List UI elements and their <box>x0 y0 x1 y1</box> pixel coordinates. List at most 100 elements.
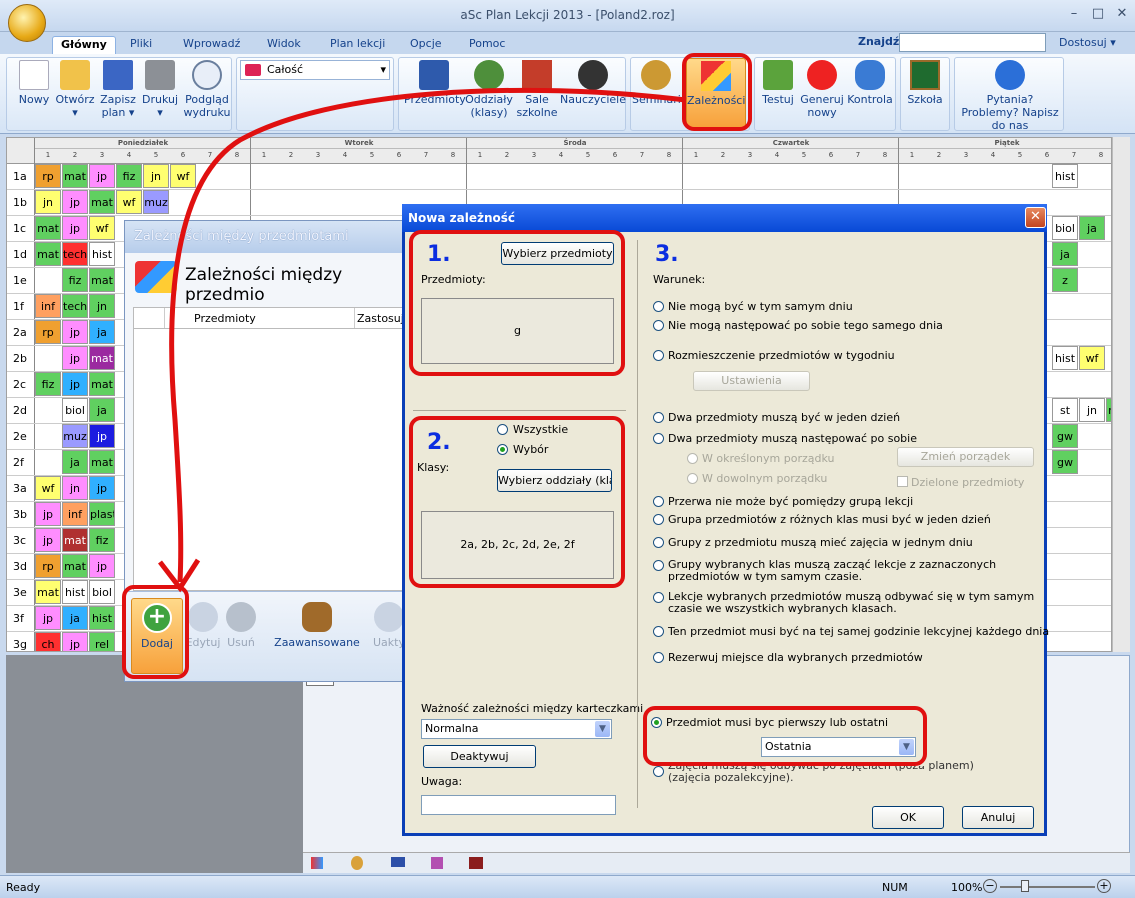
print-preview-button[interactable]: Podgląd wydruku <box>182 60 232 119</box>
cond-radio-0[interactable] <box>653 301 664 312</box>
dialog-close-button[interactable]: ✕ <box>1025 207 1046 228</box>
app-logo-icon[interactable] <box>8 4 46 42</box>
settings-button[interactable]: Ustawienia <box>693 371 810 391</box>
cond-radio-13[interactable] <box>653 766 664 777</box>
lesson-card[interactable]: jp <box>35 606 61 630</box>
lesson-card[interactable]: biol <box>1052 216 1078 240</box>
lesson-card[interactable]: inf <box>35 294 61 318</box>
lesson-card[interactable]: jp <box>62 216 88 240</box>
test-button[interactable]: Testuj <box>758 60 798 106</box>
save-plan-button[interactable]: Zapisz plan ▾ <box>98 60 138 119</box>
cond-radio-8[interactable] <box>653 560 664 571</box>
cond-radio-1[interactable] <box>653 320 664 331</box>
lesson-card[interactable]: st <box>1052 398 1078 422</box>
advanced-button[interactable]: Zaawansowane <box>273 602 361 649</box>
lesson-card[interactable]: fiz <box>62 268 88 292</box>
lesson-card[interactable]: ja <box>62 450 88 474</box>
vertical-scrollbar[interactable] <box>1112 137 1130 652</box>
lesson-card[interactable]: tech <box>62 242 88 266</box>
zoom-slider[interactable] <box>1000 886 1095 888</box>
cond-radio-2[interactable] <box>653 350 664 361</box>
any-order-radio[interactable] <box>687 473 698 484</box>
class-row-label[interactable]: 2d <box>13 404 39 417</box>
lesson-card[interactable]: wf <box>170 164 196 188</box>
lesson-card[interactable]: inf <box>62 502 88 526</box>
zoom-thumb[interactable] <box>1021 880 1029 892</box>
lesson-card[interactable]: hist <box>62 580 88 604</box>
cond-radio-10[interactable] <box>653 626 664 637</box>
class-row-label[interactable]: 2f <box>13 456 39 469</box>
lesson-card[interactable]: mat <box>35 216 61 240</box>
lesson-card[interactable]: mat <box>35 580 61 604</box>
lesson-card[interactable]: wf <box>1079 346 1105 370</box>
lesson-card[interactable]: muz <box>143 190 169 214</box>
tab-plan-lekcji[interactable]: Plan lekcji <box>322 36 393 54</box>
lesson-card[interactable]: jn <box>89 294 115 318</box>
lesson-card[interactable]: gw <box>1052 424 1078 448</box>
room-tab-icon[interactable] <box>469 857 483 869</box>
delete-button[interactable]: Usuń <box>215 602 267 649</box>
lesson-card[interactable]: mat <box>89 372 115 396</box>
lesson-card[interactable]: jn <box>1079 398 1105 422</box>
note-input[interactable] <box>421 795 616 815</box>
lesson-card[interactable]: hist <box>1052 164 1078 188</box>
generate-button[interactable]: Generuj nowy <box>798 60 846 119</box>
lesson-card[interactable]: mat <box>62 164 88 188</box>
lesson-card[interactable]: jn <box>62 476 88 500</box>
lesson-card[interactable]: wf <box>116 190 142 214</box>
lesson-card[interactable]: jp <box>89 554 115 578</box>
lesson-card[interactable]: mat <box>89 450 115 474</box>
teachers-button[interactable]: Nauczyciele <box>560 60 626 106</box>
tab-widok[interactable]: Widok <box>259 36 309 54</box>
school-button[interactable]: Szkoła <box>904 60 946 106</box>
control-button[interactable]: Kontrola <box>846 60 894 106</box>
lesson-card[interactable]: fiz <box>116 164 142 188</box>
cond-radio-3[interactable] <box>653 412 664 423</box>
tab-pomoc[interactable]: Pomoc <box>461 36 513 54</box>
lesson-card[interactable]: biol <box>89 580 115 604</box>
lesson-card[interactable]: mat <box>89 190 115 214</box>
lesson-card[interactable]: jp <box>35 502 61 526</box>
tab-wprowadz[interactable]: Wprowadź <box>175 36 248 54</box>
lesson-card[interactable]: hist <box>89 606 115 630</box>
tab-opcje[interactable]: Opcje <box>402 36 450 54</box>
class-tab-icon[interactable] <box>391 857 405 867</box>
lesson-card[interactable]: gw <box>1052 450 1078 474</box>
class-row-label[interactable]: 2b <box>13 352 39 365</box>
fixed-order-radio[interactable] <box>687 453 698 464</box>
seminars-button[interactable]: Seminaria <box>632 60 688 106</box>
ok-button[interactable]: OK <box>872 806 944 829</box>
new-button[interactable]: Nowy <box>14 60 54 106</box>
lesson-card[interactable]: rp <box>35 554 61 578</box>
cond-radio-9[interactable] <box>653 592 664 603</box>
lesson-card[interactable]: jn <box>35 190 61 214</box>
print-button[interactable]: Drukuj ▾ <box>140 60 180 119</box>
zoom-out-button[interactable]: − <box>983 879 997 893</box>
lesson-card[interactable]: rp <box>35 164 61 188</box>
split-checkbox[interactable] <box>897 476 908 487</box>
deactivate-button[interactable]: Deaktywuj <box>423 745 536 768</box>
lesson-card[interactable]: ja <box>1052 242 1078 266</box>
cond-radio-6[interactable] <box>653 514 664 525</box>
scope-select[interactable]: Całość ▾ <box>240 60 390 80</box>
lesson-card[interactable]: plast <box>89 502 115 526</box>
lesson-card[interactable]: jp <box>62 632 88 651</box>
classrooms-button[interactable]: Sale szkolne <box>514 60 560 119</box>
lesson-card[interactable]: wf <box>35 476 61 500</box>
lesson-card[interactable]: jn <box>143 164 169 188</box>
lesson-card[interactable]: muz <box>62 424 88 448</box>
cond-radio-4[interactable] <box>653 433 664 444</box>
change-order-button[interactable]: Zmień porządek <box>897 447 1034 467</box>
lesson-card[interactable]: jp <box>35 528 61 552</box>
lesson-card[interactable]: rel <box>89 632 115 651</box>
lesson-card[interactable]: z <box>1052 268 1078 292</box>
bars-icon[interactable] <box>311 857 323 869</box>
lesson-card[interactable]: ja <box>89 398 115 422</box>
lesson-card[interactable]: fiz <box>89 528 115 552</box>
lesson-card[interactable]: jp <box>89 164 115 188</box>
lesson-card[interactable]: mat <box>62 528 88 552</box>
lesson-card[interactable]: ja <box>62 606 88 630</box>
lesson-card[interactable]: jp <box>62 346 88 370</box>
lesson-card[interactable]: ja <box>89 320 115 344</box>
open-button[interactable]: Otwórz ▾ <box>54 60 96 119</box>
